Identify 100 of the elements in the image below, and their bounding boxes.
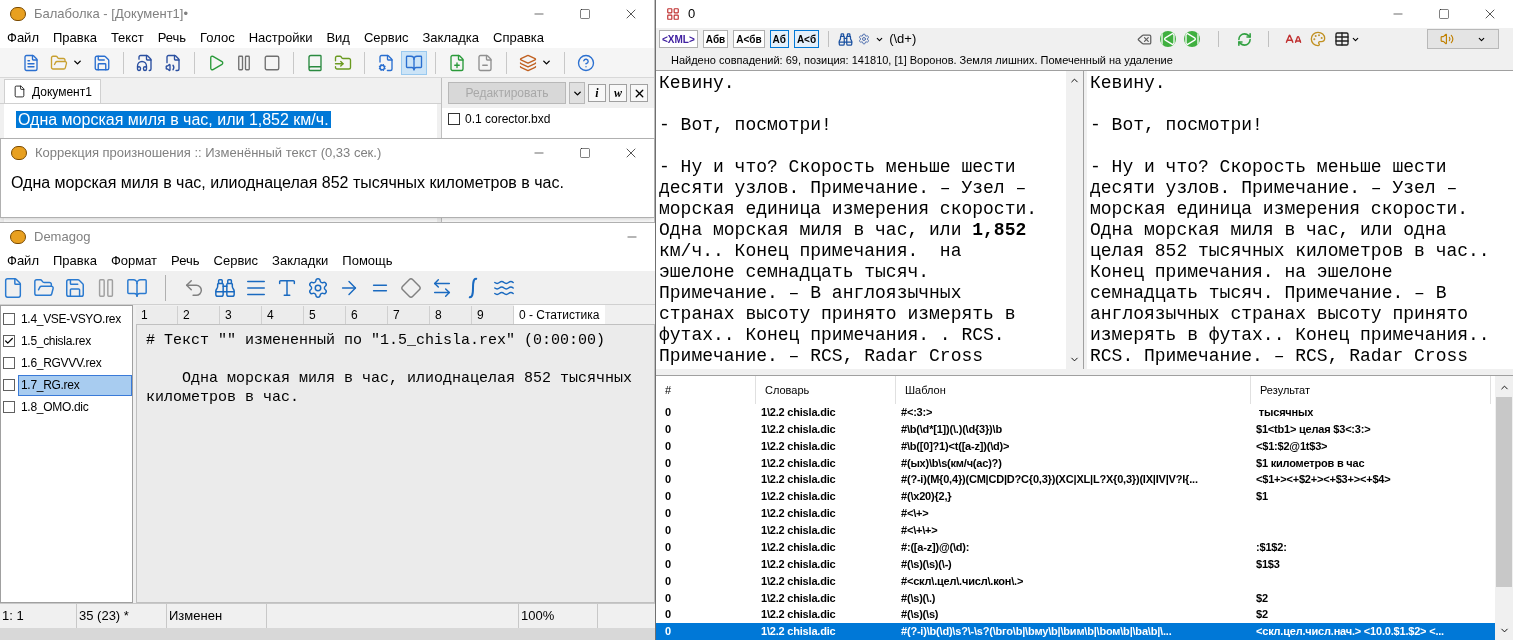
table-row[interactable]: 0 1\2.2 chisla.dic #<\+\+>	[656, 521, 1495, 539]
scrollbar[interactable]	[1495, 376, 1513, 640]
checkbox[interactable]	[3, 357, 15, 369]
menu-item[interactable]: Правка	[45, 251, 104, 271]
menu-item[interactable]: Помощь	[335, 251, 400, 271]
table-cell-text: <скл.цел.числ.нач.> <10.0.$1.$2> <...	[1255, 624, 1445, 640]
tab[interactable]: 8	[430, 306, 472, 324]
tab[interactable]: 9	[472, 306, 514, 324]
tab[interactable]: 3	[220, 306, 262, 324]
table-cell-text: #<\+>	[900, 506, 930, 522]
checkbox[interactable]	[448, 113, 460, 125]
tab[interactable]: 7	[388, 306, 430, 324]
document-tab[interactable]: Документ1	[4, 79, 101, 103]
table-cell-text: 0	[664, 421, 672, 437]
menu-item[interactable]: Закладки	[265, 251, 336, 271]
menu-item[interactable]: Файл	[0, 251, 46, 271]
menu-item[interactable]: Сервис	[356, 28, 416, 48]
table-row[interactable]: 0 1\2.2 chisla.dic #<\+>	[656, 505, 1495, 522]
tab[interactable]: 5	[304, 306, 346, 324]
table-row[interactable]: 0 1\2.2 chisla.dic #(?-i)\b(\d)\s?\-\s?(\bго\b|\bму\b|\bим\b|\bом\b|\bа\b|\... <скл.цел.числ.нач.> <10.0.$1.$2> <...	[656, 623, 1495, 640]
format-button[interactable]: Аб	[769, 30, 789, 48]
menu-item[interactable]: Закладка	[415, 28, 486, 48]
search-pattern[interactable]: (\d+)	[889, 29, 917, 49]
table-row[interactable]: 0 1\2.2 chisla.dic #(\s)(\s) $2	[656, 606, 1495, 624]
menu-item[interactable]: Голос	[193, 28, 242, 48]
tab[interactable]: 0 - Статистика	[514, 305, 606, 324]
settings-icon	[307, 276, 329, 299]
binoculars-icon	[214, 276, 236, 299]
document-icon	[22, 53, 40, 72]
table-row[interactable]: 0 1\2.2 chisla.dic #(?-i)(M{0,4})(CM|CD|D?C{0,3})(XC|XL|L?X{0,3})(IX|IV|V?I{... <$1+><+$2+><+$3+><+$4>	[656, 471, 1495, 489]
format-button[interactable]: А<бв	[733, 30, 765, 48]
list-item[interactable]: 0.1 corector.bxd	[465, 110, 551, 128]
menu-item[interactable]: Файл	[0, 28, 46, 48]
table-cell-text: #(?-i)(M{0,4})(CM|CD|D?C{0,3})(XC|XL|L?X{0,3})(IX|IV|V?I{...	[900, 472, 1199, 488]
document-text: Одна морская миля в час, или 1,852 км/ч.	[16, 111, 331, 128]
checkbox[interactable]	[3, 379, 15, 391]
table-row[interactable]: 0 1\2.2 chisla.dic #(\s)(\s)(\-) $1$3	[656, 555, 1495, 573]
table-row[interactable]: 0 1\2.2 chisla.dic #\b([0]?1)<t([a-z])(\d)> <$1:$2@1t$3>	[656, 437, 1495, 455]
table-cell-text: <$1:$2@1t$3>	[1255, 438, 1329, 454]
table-row[interactable]: 0 1\2.2 chisla.dic #<скл\.цел\.числ\.кон\.>	[656, 572, 1495, 590]
table-row[interactable]: 0 1\2.2 chisla.dic #(\x20){2,} $1	[656, 488, 1495, 506]
checkbox[interactable]	[3, 335, 15, 347]
table-cell-text: 0	[664, 405, 672, 420]
format-button[interactable]: Абв	[702, 30, 729, 48]
clear-icon	[1137, 31, 1153, 47]
file-item[interactable]: 1.8_OMO.dic	[18, 396, 132, 418]
menu-item[interactable]: Настройки	[241, 28, 320, 48]
book-icon	[306, 53, 324, 72]
scrollbar[interactable]	[1066, 71, 1083, 369]
tab[interactable]: 6	[346, 306, 388, 324]
table-cell-text: $1$3	[1255, 556, 1281, 572]
word-button[interactable]: w	[609, 84, 627, 102]
format-button[interactable]: А<б	[793, 30, 820, 48]
menu-item[interactable]: Правка	[45, 28, 104, 48]
file-item[interactable]: 1.4_VSE-VSYO.rex	[18, 308, 132, 330]
window-title: Demagog	[34, 228, 91, 247]
menu-item[interactable]: Сервис	[206, 251, 266, 271]
table-cell-text: 0	[664, 590, 672, 606]
dropdown-button[interactable]	[569, 82, 585, 104]
table-row[interactable]: 0 1\2.2 chisla.dic #\b(\d*[1])(\.)(\d{3})\b $1<tb1> целая $3<:3:>	[656, 420, 1495, 438]
menu-item[interactable]: Речь	[164, 251, 207, 271]
table-cell-text: #(\x20){2,}	[900, 489, 953, 505]
table-cell-text: 0	[664, 455, 672, 471]
app-logo-icon	[11, 146, 27, 160]
table-cell-text: 0	[664, 573, 672, 589]
menu-item[interactable]: Справка	[486, 28, 551, 48]
format-button[interactable]: <XML>	[659, 30, 698, 48]
table-cell-text: 1\2.2 chisla.dic	[760, 590, 837, 606]
table-row[interactable]: 0 1\2.2 chisla.dic #:([a-z])@(\d): :$1$2:	[656, 538, 1495, 556]
file-item[interactable]: 1.7_RG.rex	[18, 374, 132, 396]
checkbox[interactable]	[3, 401, 15, 413]
checkbox[interactable]	[3, 313, 15, 325]
column-header[interactable]: Словарь	[756, 376, 896, 404]
text-paragraph: - Ну и что? Скорость меньше шести десяти узлов. Примечание. – Узел – морская единица измерения скорости. Одна морская миля в час, или 1,852 км/ч.. Конец примечания. на эшелоне семнадцать тысяч. Примечание. – В англоязычных странах высоту принято измерять в футах.. Конец примечания. . RCS. Примечание. – RCS, Radar Cross	[659, 157, 1039, 367]
file-item[interactable]: 1.5_chisla.rex	[18, 330, 132, 352]
table-row[interactable]: 0 1\2.2 chisla.dic #<:3:> тысячных	[656, 403, 1495, 421]
help-icon	[577, 53, 595, 72]
speaker-dropdown[interactable]	[1427, 29, 1499, 49]
table-row[interactable]: 0 1\2.2 chisla.dic #(ых)\b\s(км/ч(ас)?) $1 километров в час	[656, 454, 1495, 472]
column-header[interactable]: #	[656, 376, 756, 404]
column-header[interactable]: Шаблон	[896, 376, 1251, 404]
column-header[interactable]: Результат	[1251, 376, 1491, 404]
scroll-thumb[interactable]	[1496, 397, 1512, 587]
document-icon	[13, 85, 26, 98]
table-cell-text: 0	[664, 624, 672, 640]
tab[interactable]: 2	[178, 306, 220, 324]
info-button[interactable]: i	[588, 84, 606, 102]
toolbar-button[interactable]	[401, 50, 427, 75]
tab[interactable]: 4	[262, 306, 304, 324]
table-row[interactable]: 0 1\2.2 chisla.dic #(\s)(\.) $2	[656, 589, 1495, 607]
table-cell-text: #\b(\d*[1])(\.)(\d{3})\b	[900, 421, 1003, 437]
menu-item[interactable]: Формат	[103, 251, 165, 271]
close-panel-button[interactable]	[630, 84, 648, 102]
layers-icon	[519, 53, 537, 72]
file-item[interactable]: 1.6_RGVVV.rex	[18, 352, 132, 374]
menu-item[interactable]: Текст	[103, 28, 151, 48]
menu-item[interactable]: Речь	[150, 28, 194, 48]
table-icon	[1334, 31, 1351, 47]
tab[interactable]: 1	[136, 306, 178, 324]
menu-item[interactable]: Вид	[319, 28, 357, 48]
